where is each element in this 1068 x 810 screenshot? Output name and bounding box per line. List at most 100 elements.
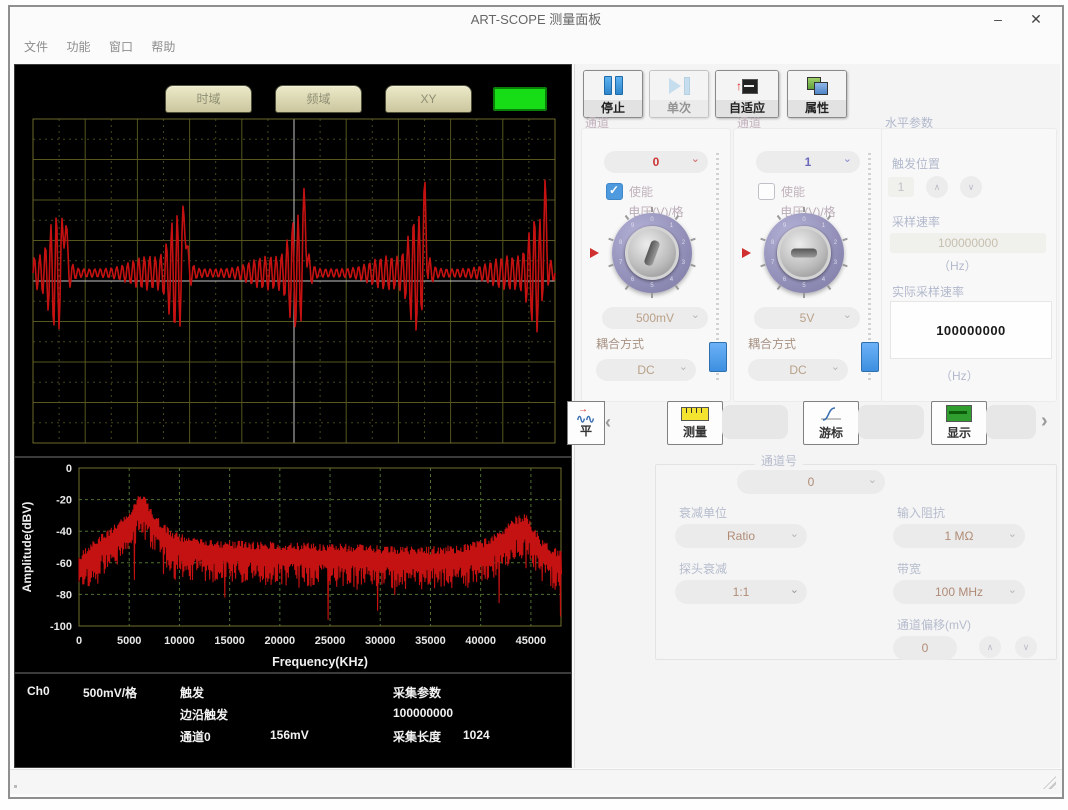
ruler-icon <box>681 407 709 421</box>
auto-adapt-icon: ↑ <box>716 71 778 100</box>
channel-0-range-select[interactable]: 500mV ⌄ <box>602 307 708 329</box>
properties-button[interactable]: 属性 <box>787 70 847 118</box>
close-button[interactable]: ✕ <box>1022 7 1050 33</box>
trigger-up-button[interactable]: ∧ <box>926 176 948 198</box>
chevron-down-icon: ⌄ <box>1008 527 1017 540</box>
channel-0-enable-label: 使能 <box>629 183 653 200</box>
menu-help[interactable]: 帮助 <box>151 35 175 59</box>
spectrum-display: 0500010000150002000025000300003500040000… <box>14 457 572 673</box>
tab-display[interactable]: 显示 <box>931 401 987 445</box>
window-statusbar <box>10 769 1062 794</box>
channel-offset-label: 通道偏移(mV) <box>897 616 971 633</box>
channel-0-group: 0 ⌄ 使能 电压(V)/格 0123456789 500mV ⌄ 耦合方式 D… <box>581 128 731 402</box>
menu-window[interactable]: 窗口 <box>109 35 133 59</box>
slider-thumb[interactable] <box>709 342 727 372</box>
channel-offset-field[interactable]: 0 <box>893 636 957 660</box>
channel-0-number-select[interactable]: 0 ⌄ <box>604 151 708 173</box>
channel-no-label: 通道号 <box>755 452 803 469</box>
time-domain-plot <box>15 113 573 456</box>
tab-horizontal-partial[interactable]: →∿∿ 平 <box>567 401 605 445</box>
svg-text:35000: 35000 <box>415 635 446 647</box>
channel-0-volts-knob[interactable]: 0123456789 <box>604 205 700 301</box>
status-trigger-title: 触发 <box>180 684 204 701</box>
trigger-position-field[interactable]: 1 <box>888 177 914 197</box>
chevron-down-icon: ⌄ <box>790 583 799 596</box>
status-trigger-source: 通道0 <box>180 728 211 745</box>
tab-time-domain[interactable]: 时域 <box>165 85 252 113</box>
svg-text:Frequency(KHz): Frequency(KHz) <box>272 655 368 669</box>
svg-text:-60: -60 <box>56 558 72 570</box>
channel-1-coupling-label: 耦合方式 <box>748 335 796 352</box>
resize-grip[interactable] <box>1043 776 1056 789</box>
knob-cap <box>777 226 831 280</box>
menubar: 文件 功能 窗口 帮助 <box>10 35 1062 59</box>
chevron-down-icon: ⌄ <box>691 152 700 165</box>
tab-cursor[interactable]: 游标 <box>803 401 859 445</box>
curve-icon <box>819 406 843 422</box>
status-scale: 500mV/格 <box>83 684 137 701</box>
auto-adapt-button[interactable]: ↑ 自适应 <box>715 70 779 118</box>
stop-button[interactable]: 停止 <box>583 70 643 118</box>
tabstrip-prev-icon[interactable]: ‹ <box>605 412 611 433</box>
menu-function[interactable]: 功能 <box>66 35 90 59</box>
channel-0-offset-slider[interactable] <box>708 153 726 383</box>
window-title: ART-SCOPE 测量面板 <box>10 7 1062 33</box>
svg-text:5000: 5000 <box>117 635 141 647</box>
svg-text:Amplitude(dBV): Amplitude(dBV) <box>20 502 34 593</box>
knob-cap <box>625 226 679 280</box>
properties-icon <box>788 71 846 100</box>
tab-frequency-domain[interactable]: 频域 <box>275 85 362 113</box>
chevron-down-icon: ⌄ <box>868 473 877 486</box>
probe-atten-select[interactable]: 1:1 ⌄ <box>675 580 807 604</box>
control-panel: 停止 单次 ↑ 自适应 属性 通道 通道 水平参数 0 ⌄ <box>574 64 1060 768</box>
atten-unit-select[interactable]: Ratio ⌄ <box>675 524 807 548</box>
svg-text:0: 0 <box>76 635 82 647</box>
chevron-down-icon: ⌄ <box>691 308 700 321</box>
tab-cursor-extension <box>858 405 924 439</box>
channel-1-enable-checkbox[interactable] <box>758 183 775 200</box>
channel-1-range-select[interactable]: 5V ⌄ <box>754 307 860 329</box>
channel-1-offset-slider[interactable] <box>860 153 878 383</box>
channel-0-coupling-label: 耦合方式 <box>596 335 644 352</box>
svg-text:15000: 15000 <box>214 635 245 647</box>
actual-sample-rate-unit: （Hz） <box>940 367 979 384</box>
trigger-down-button[interactable]: ∨ <box>960 176 982 198</box>
bandwidth-select[interactable]: 100 MHz ⌄ <box>893 580 1025 604</box>
channel-1-coupling-select[interactable]: DC ⌄ <box>748 359 848 381</box>
screen: ART-SCOPE 测量面板 – ✕ 文件 功能 窗口 帮助 时域 频域 XY … <box>0 0 1068 810</box>
status-trigger-type: 边沿触发 <box>180 706 228 723</box>
minimize-button[interactable]: – <box>984 7 1012 33</box>
sample-rate-field[interactable]: 100000000 <box>890 233 1046 253</box>
fft-plot: 0500010000150002000025000300003500040000… <box>15 458 571 672</box>
knob-pointer-icon <box>590 248 599 258</box>
svg-text:10000: 10000 <box>164 635 195 647</box>
channel-1-group: 1 ⌄ 使能 电压(V)/格 0123456789 5V ⌄ 耦合方式 DC ⌄ <box>733 128 883 402</box>
channel-1-volts-knob[interactable]: 0123456789 <box>756 205 852 301</box>
chevron-down-icon: ⌄ <box>843 308 852 321</box>
svg-text:-100: -100 <box>50 621 72 633</box>
horizontal-params-group: 触发位置 1 ∧ ∨ 采样速率 100000000 （Hz） 实际采样速率 10… <box>881 128 1057 402</box>
svg-text:-40: -40 <box>56 526 72 538</box>
pause-icon <box>584 71 642 100</box>
offset-down-button[interactable]: ∨ <box>1015 636 1037 658</box>
offset-up-button[interactable]: ∧ <box>979 636 1001 658</box>
menu-file[interactable]: 文件 <box>24 35 48 59</box>
tab-xy[interactable]: XY <box>385 85 472 113</box>
time-domain-display: 时域 频域 XY <box>14 64 572 457</box>
titlebar: ART-SCOPE 测量面板 – ✕ <box>10 7 1062 33</box>
chevron-down-icon: ⌄ <box>679 360 688 373</box>
chevron-down-icon: ⌄ <box>1008 583 1017 596</box>
impedance-select[interactable]: 1 MΩ ⌄ <box>893 524 1025 548</box>
slider-thumb[interactable] <box>861 342 879 372</box>
step-icon <box>650 71 708 100</box>
tab-measure[interactable]: 测量 <box>667 401 723 445</box>
bandwidth-label: 带宽 <box>897 560 921 577</box>
tabstrip-next-icon[interactable]: › <box>1041 410 1048 433</box>
knob-pointer-icon <box>742 248 751 258</box>
channel-1-number-select[interactable]: 1 ⌄ <box>756 151 860 173</box>
channel-0-coupling-select[interactable]: DC ⌄ <box>596 359 696 381</box>
status-acq-length-value: 1024 <box>463 728 490 742</box>
single-button[interactable]: 单次 <box>649 70 709 118</box>
channel-no-select[interactable]: 0 ⌄ <box>737 470 885 494</box>
channel-0-enable-checkbox[interactable] <box>606 183 623 200</box>
